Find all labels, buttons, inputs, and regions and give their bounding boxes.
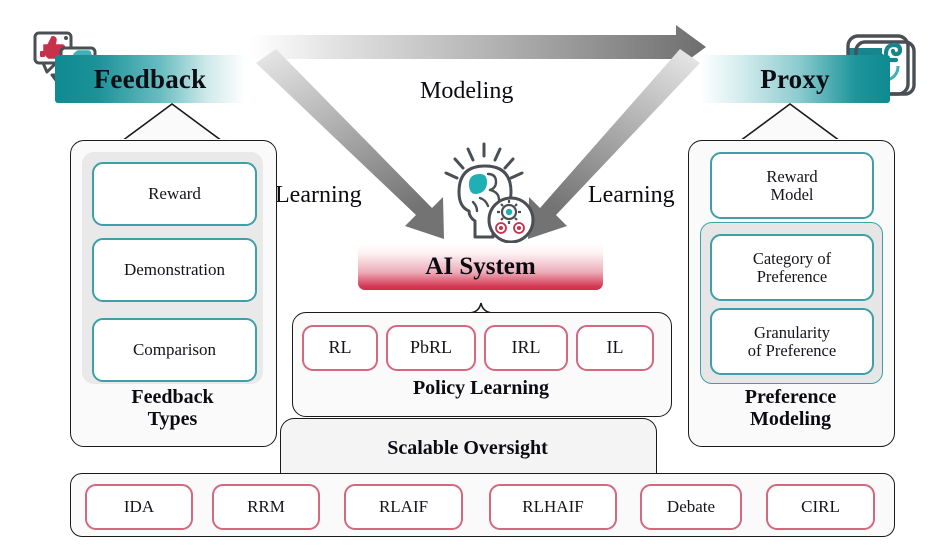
oversight-chip-rrm[interactable]: RRM [212, 484, 320, 530]
oversight-chip-debate-label: Debate [666, 496, 716, 516]
oversight-chip-ida-label: IDA [123, 496, 155, 516]
policy-chip-irl[interactable]: IRL [484, 325, 568, 371]
modeling-label: Modeling [420, 78, 514, 104]
policy-chip-pbrl-label: PbRL [409, 337, 452, 358]
feedback-types-caption-line2: Types [147, 408, 198, 431]
proxy-banner: Proxy [700, 55, 890, 103]
policy-chip-rl[interactable]: RL [302, 325, 378, 371]
feedback-chip-reward[interactable]: Reward [92, 162, 257, 226]
reward-model-line1: Reward [766, 166, 818, 186]
preference-chip-granularity-label: Granularity of Preference [747, 322, 837, 360]
reward-model-line2: Model [770, 184, 814, 204]
policy-chip-il[interactable]: IL [576, 325, 654, 371]
learning-label-right: Learning [588, 182, 675, 208]
feedback-types-caption: Feedback Types [70, 386, 275, 431]
preference-panel-pointer [736, 103, 846, 144]
oversight-chip-ida[interactable]: IDA [85, 484, 193, 530]
feedback-chip-comparison-label: Comparison [132, 339, 217, 359]
preference-chip-category-label: Category of Preference [752, 248, 832, 286]
preference-modeling-caption: Preference Modeling [688, 386, 893, 431]
oversight-chip-rrm-label: RRM [247, 496, 285, 516]
ai-system-label: AI System [425, 252, 536, 280]
oversight-chip-rlhaif[interactable]: RLHAIF [489, 484, 617, 530]
ai-system-box: AI System [358, 243, 603, 290]
granularity-line2: of Preference [747, 340, 837, 360]
policy-chip-il-label: IL [606, 337, 624, 358]
preference-chip-granularity[interactable]: Granularity of Preference [710, 308, 874, 375]
learning-arrow-left [256, 49, 444, 239]
oversight-chip-debate[interactable]: Debate [640, 484, 742, 530]
learning-label-left: Learning [275, 182, 362, 208]
scalable-oversight-caption: Scalable Oversight [387, 437, 548, 459]
oversight-chip-rlhaif-label: RLHAIF [522, 496, 584, 516]
oversight-chip-cirl[interactable]: CIRL [766, 484, 875, 530]
diagram-canvas: Feedback Proxy Modeling Learning Learnin… [0, 0, 934, 550]
feedback-panel-pointer [118, 103, 228, 144]
feedback-types-caption-line1: Feedback [131, 386, 214, 408]
policy-chip-pbrl[interactable]: PbRL [386, 325, 476, 371]
preference-caption-line2: Modeling [749, 408, 832, 431]
feedback-chip-comparison[interactable]: Comparison [92, 318, 257, 382]
policy-learning-caption: Policy Learning [412, 377, 550, 399]
feedback-chip-reward-label: Reward [148, 183, 201, 203]
preference-chip-reward-model[interactable]: Reward Model [710, 152, 874, 219]
policy-chip-irl-label: IRL [511, 337, 541, 358]
feedback-banner: Feedback [55, 55, 245, 103]
preference-caption-line1: Preference [744, 386, 837, 408]
modeling-arrow [250, 25, 706, 69]
policy-chip-rl-label: RL [328, 337, 352, 358]
proxy-banner-label: Proxy [760, 63, 830, 94]
oversight-chip-rlaif[interactable]: RLAIF [344, 484, 463, 530]
brain-gears-icon [435, 140, 540, 252]
preference-chip-reward-model-label: Reward Model [766, 166, 818, 204]
feedback-banner-label: Feedback [93, 63, 207, 94]
category-line2: Preference [756, 266, 828, 286]
preference-chip-category[interactable]: Category of Preference [710, 234, 874, 301]
feedback-chip-demonstration-label: Demonstration [123, 259, 226, 279]
feedback-chip-demonstration[interactable]: Demonstration [92, 238, 257, 302]
learning-arrow-right [528, 49, 700, 239]
category-line1: Category of [752, 248, 832, 268]
oversight-chip-cirl-label: CIRL [801, 496, 840, 516]
granularity-line1: Granularity [753, 322, 831, 342]
oversight-chip-rlaif-label: RLAIF [378, 496, 429, 516]
